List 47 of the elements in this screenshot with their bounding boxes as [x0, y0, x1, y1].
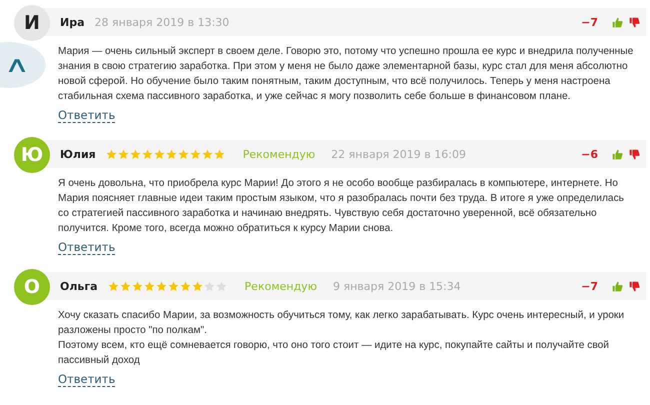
star-icon: [132, 280, 143, 292]
star-icon: [192, 280, 203, 292]
comment-date: 9 января 2019 в 15:34: [332, 280, 461, 292]
thumbs-up-icon[interactable]: [612, 148, 623, 160]
avatar: И: [14, 5, 50, 41]
author-name: Ира: [60, 16, 85, 28]
star-icon: [166, 148, 177, 160]
star-icon: [106, 148, 117, 160]
thumbs-up-icon[interactable]: [612, 280, 623, 292]
reply-link[interactable]: Ответить: [58, 108, 116, 123]
star-icon: [142, 148, 153, 160]
recommend-label: Рекомендую: [244, 280, 317, 292]
star-icon: [108, 280, 119, 292]
star-icon: [204, 280, 215, 292]
star-icon: [118, 148, 129, 160]
star-icon: [178, 148, 189, 160]
star-icon: [168, 280, 179, 292]
star-icon: [130, 148, 141, 160]
star-icon: [120, 280, 131, 292]
avatar: Ю: [14, 137, 50, 173]
reply-link[interactable]: Ответить: [58, 240, 116, 255]
comment-date: 28 января 2019 в 13:30: [94, 16, 230, 28]
avatar: О: [14, 269, 50, 305]
comment-text: Хочу сказать спасибо Марии, за возможность обучиться тому, как легко зарабатывать. Курс очень интересный, и уроки разложены просто "по полкам". Поэтому всем, кто ещё сомневается говорю, что оно того стоит — идите на курс, покупайте сайты и получайте свой пассивный доход: [58, 309, 626, 368]
star-icon: [156, 280, 167, 292]
author-name: Ольга: [60, 280, 98, 292]
thumbs-up-icon[interactable]: [612, 16, 623, 28]
comment-text: Мария — очень сильный эксперт в своем деле. Говорю это, потому что успешно прошла ее курс и внедрила полученные знания в свою стратегию заработка. При этом у меня не было даже элементарной базы, курс стал для меня абсолютно новой сферой. Но обучение было таким понятным, таким доступным, что всё получилось. Теперь у меня настроена стабильная схема пассивного заработка, и уже сейчас я могу позволить себе больше в финансовом плане.: [58, 45, 634, 104]
vote-score: −6: [581, 148, 598, 160]
star-icon: [180, 280, 191, 292]
recommend-label: Рекомендую: [242, 148, 316, 160]
comment-text: Я очень довольна, что приобрела курс Марии! До этого я не особо вообще разбиралась в компьютере, интернете. Но Мария поясняет главные идеи таким простым языком, что я разобралась почти без труда. В итоге я уже определилась со стратегией пассивного заработка и начинаю внедрять. Чувствую себя достаточно уверенной, всё обязательно получится. Кроме того, всегда можно обратиться к курсу Марии снова.: [58, 177, 625, 236]
star-icon: [154, 148, 165, 160]
star-icon: [214, 148, 225, 160]
star-icon: [190, 148, 201, 160]
author-name: Юлия: [60, 148, 96, 160]
thumbs-down-icon[interactable]: [629, 148, 640, 160]
star-icon: [216, 280, 227, 292]
vote-score: −7: [581, 280, 598, 292]
reply-link[interactable]: Ответить: [58, 372, 116, 387]
star-icon: [202, 148, 213, 160]
vote-score: −7: [581, 16, 598, 28]
comment-date: 22 января 2019 в 16:09: [331, 148, 466, 160]
scroll-up-button[interactable]: ∧: [0, 42, 46, 88]
star-icon: [144, 280, 155, 292]
thumbs-down-icon[interactable]: [629, 16, 640, 28]
thumbs-down-icon[interactable]: [629, 280, 640, 292]
